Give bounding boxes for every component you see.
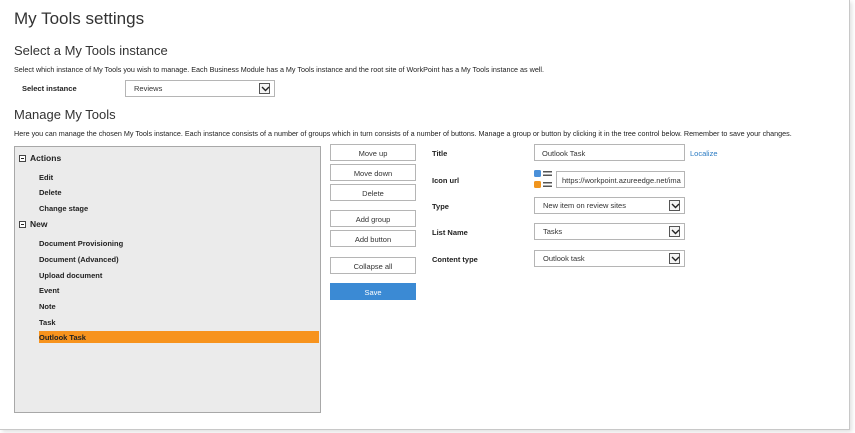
content-type-label: Content type xyxy=(432,255,478,264)
list-name-value: Tasks xyxy=(543,227,563,236)
chevron-down-icon xyxy=(259,83,270,94)
delete-button[interactable]: Delete xyxy=(330,184,416,201)
tree-item-note[interactable]: Note xyxy=(39,300,319,312)
page-frame: My Tools settings Select a My Tools inst… xyxy=(0,0,850,430)
tools-tree: Actions Edit Delete Change stage New Doc… xyxy=(14,146,321,413)
select-instance-description: Select which instance of My Tools you wi… xyxy=(14,65,545,74)
chevron-down-icon xyxy=(669,253,680,264)
collapse-toggle-icon[interactable] xyxy=(19,220,26,228)
manage-tools-description: Here you can manage the chosen My Tools … xyxy=(14,129,792,138)
chevron-down-icon xyxy=(669,226,680,237)
tree-group-new[interactable]: New xyxy=(19,219,47,229)
tree-item-event[interactable]: Event xyxy=(39,284,319,296)
select-instance-dropdown[interactable]: Reviews xyxy=(125,80,275,97)
page-title: My Tools settings xyxy=(14,9,145,28)
select-instance-label: Select instance xyxy=(22,84,77,93)
list-name-label: List Name xyxy=(432,228,468,237)
manage-tools-heading: Manage My Tools xyxy=(14,107,116,122)
icon-url-label: Icon url xyxy=(432,176,460,185)
tree-item-change-stage[interactable]: Change stage xyxy=(39,202,319,214)
list-name-dropdown[interactable]: Tasks xyxy=(534,223,685,240)
select-instance-heading: Select a My Tools instance xyxy=(14,43,168,58)
add-button-button[interactable]: Add button xyxy=(330,230,416,247)
select-instance-value: Reviews xyxy=(134,84,163,93)
type-dropdown[interactable]: New item on review sites xyxy=(534,197,685,214)
move-down-button[interactable]: Move down xyxy=(330,164,416,181)
title-label: Title xyxy=(432,149,448,158)
type-label: Type xyxy=(432,202,449,211)
tree-item-document-provisioning[interactable]: Document Provisioning xyxy=(39,237,319,249)
tree-group-actions[interactable]: Actions xyxy=(19,153,61,163)
tree-item-edit[interactable]: Edit xyxy=(39,171,319,183)
tree-item-outlook-task[interactable]: Outlook Task xyxy=(39,331,319,343)
tree-item-task[interactable]: Task xyxy=(39,316,319,328)
tree-item-document-advanced[interactable]: Document (Advanced) xyxy=(39,253,319,265)
collapse-all-button[interactable]: Collapse all xyxy=(330,257,416,274)
chevron-down-icon xyxy=(669,200,680,211)
content-type-value: Outlook task xyxy=(543,254,585,263)
add-group-button[interactable]: Add group xyxy=(330,210,416,227)
move-up-button[interactable]: Move up xyxy=(330,144,416,161)
content-type-dropdown[interactable]: Outlook task xyxy=(534,250,685,267)
tree-item-delete[interactable]: Delete xyxy=(39,186,319,198)
tree-group-label: Actions xyxy=(30,153,62,163)
tree-item-upload-document[interactable]: Upload document xyxy=(39,269,319,281)
icon-url-input[interactable]: https://workpoint.azureedge.net/ima xyxy=(556,171,685,188)
list-icon xyxy=(534,170,552,190)
tree-group-label: New xyxy=(30,219,48,229)
collapse-toggle-icon[interactable] xyxy=(19,154,26,162)
save-button[interactable]: Save xyxy=(330,283,416,300)
type-value: New item on review sites xyxy=(543,201,626,210)
title-input[interactable]: Outlook Task xyxy=(534,144,685,161)
localize-link[interactable]: Localize xyxy=(690,149,718,158)
